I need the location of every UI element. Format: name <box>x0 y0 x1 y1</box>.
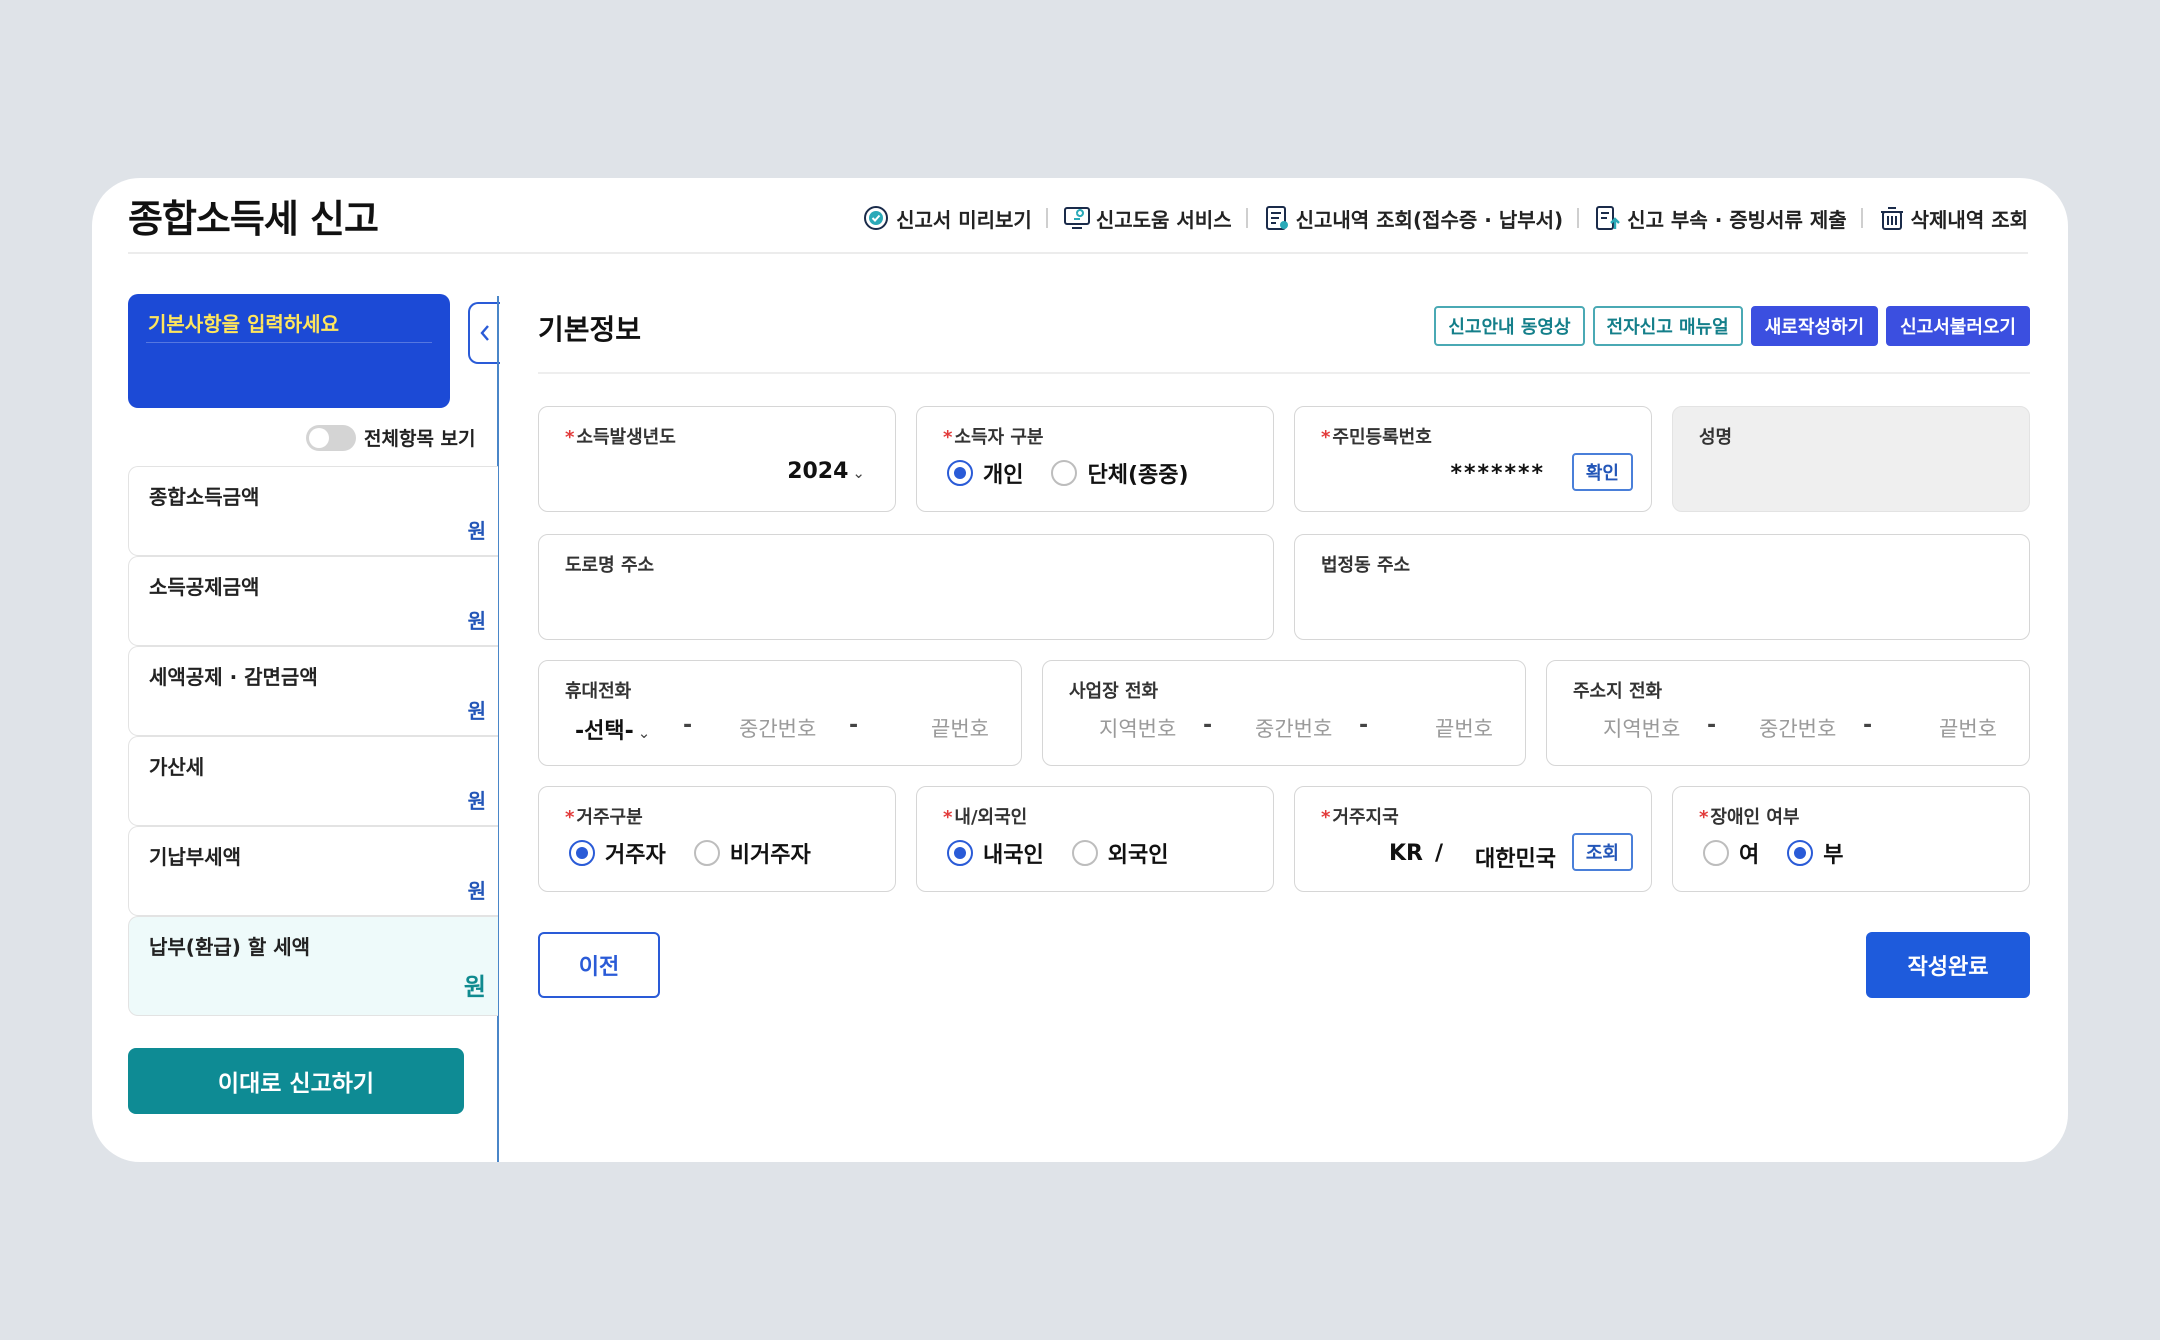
page-title: 종합소득세 신고 <box>128 197 379 241</box>
preview-check-icon <box>864 206 889 230</box>
chevron-down-icon: ⌄ <box>852 464 865 482</box>
show-all-label: 전체항목 보기 <box>364 428 476 450</box>
home-last-input[interactable]: 끝번호 <box>1939 713 1997 743</box>
sidebar-collapse-button[interactable] <box>468 302 500 364</box>
main-card: 종합소득세 신고 신고서 미리보기 신고도움 서비스 신고내역 조회(접수증 ·… <box>92 178 2068 1162</box>
menu-separator <box>1577 208 1580 228</box>
year-label: 소득발생년도 <box>576 427 676 448</box>
guide-video-button[interactable]: 신고안내 동영상 <box>1434 306 1585 346</box>
nationality-label: 내/외국인 <box>954 807 1028 828</box>
banner-divider <box>146 342 432 343</box>
country-slash: / <box>1435 841 1444 866</box>
summary-item-payable-tax[interactable]: 납부(환급) 할 세액 원 <box>128 916 498 1016</box>
home-phone-label: 주소지 전화 <box>1573 681 1663 702</box>
summary-item-penalty-tax[interactable]: 가산세 원 <box>128 736 498 826</box>
resident-number-field[interactable]: * 주민등록번호 ******* 확인 <box>1294 406 1652 512</box>
menu-separator <box>1860 208 1863 228</box>
help-service-icon <box>1063 207 1090 229</box>
history-doc-icon <box>1265 206 1288 230</box>
chevron-down-icon: ⌄ <box>637 724 651 742</box>
summary-item-income-deduction[interactable]: 소득공제금액 원 <box>128 556 498 646</box>
home-phone-field: 주소지 전화 지역번호 - 중간번호 - 끝번호 <box>1546 660 2030 766</box>
mobile-prefix-select[interactable]: -선택- ⌄ <box>575 713 650 745</box>
menu-separator <box>1245 208 1248 228</box>
country-label: 거주지국 <box>1332 807 1399 828</box>
summary-item-total-income[interactable]: 종합소득금액 원 <box>128 466 498 556</box>
radio-disabled-yes[interactable]: 여 <box>1703 837 1759 869</box>
radio-domestic[interactable]: 내국인 <box>947 837 1044 869</box>
country-code: KR <box>1389 841 1423 866</box>
radio-resident[interactable]: 거주자 <box>569 837 666 869</box>
mobile-phone-field: 휴대전화 -선택- ⌄ - 중간번호 - 끝번호 <box>538 660 1022 766</box>
radio-individual[interactable]: 개인 <box>947 457 1023 489</box>
show-all-toggle[interactable] <box>306 424 356 451</box>
name-label: 성명 <box>1699 427 1733 448</box>
mobile-last-input[interactable]: 끝번호 <box>931 713 989 743</box>
resident-number-label: 주민등록번호 <box>1332 427 1432 448</box>
residency-label: 거주구분 <box>576 807 643 828</box>
country-search-button[interactable]: 조회 <box>1571 833 1633 871</box>
work-last-input[interactable]: 끝번호 <box>1435 713 1493 743</box>
summary-list: 종합소득금액 원 소득공제금액 원 세액공제 · 감면금액 원 가산세 원 기납… <box>128 466 498 1016</box>
nationality-field: * 내/외국인 내국인 외국인 <box>916 786 1274 892</box>
radio-non-resident[interactable]: 비거주자 <box>693 837 811 869</box>
summary-item-tax-credit[interactable]: 세액공제 · 감면금액 원 <box>128 646 498 736</box>
year-field[interactable]: * 소득발생년도 2024 ⌄ <box>538 406 896 512</box>
country-name: 대한민국 <box>1475 847 1556 872</box>
mobile-phone-label: 휴대전화 <box>565 681 632 702</box>
chevron-left-icon <box>480 325 489 341</box>
load-form-button[interactable]: 신고서불러오기 <box>1886 306 2030 346</box>
resident-number-value: ******* <box>1450 461 1545 486</box>
filer-type-field: * 소득자 구분 개인 단체(종중) <box>916 406 1274 512</box>
menu-separator <box>1045 208 1048 228</box>
menu-deleted-history[interactable]: 삭제내역 조회 <box>1877 203 2028 233</box>
year-select[interactable]: 2024 ⌄ <box>787 459 865 484</box>
work-middle-input[interactable]: 중간번호 <box>1255 713 1332 743</box>
section-title: 기본정보 <box>538 313 642 346</box>
submit-report-button[interactable]: 이대로 신고하기 <box>128 1048 464 1114</box>
work-phone-field: 사업장 전화 지역번호 - 중간번호 - 끝번호 <box>1042 660 1526 766</box>
radio-foreigner[interactable]: 외국인 <box>1071 837 1168 869</box>
filer-type-label: 소득자 구분 <box>954 427 1044 448</box>
country-field: * 거주지국 KR / 대한민국 조회 <box>1294 786 1652 892</box>
work-area-input[interactable]: 지역번호 <box>1099 713 1176 743</box>
complete-button[interactable]: 작성완료 <box>1866 932 2030 998</box>
summary-item-prepaid-tax[interactable]: 기납부세액 원 <box>128 826 498 916</box>
radio-group[interactable]: 단체(종중) <box>1051 457 1189 489</box>
menu-upload-docs[interactable]: 신고 부속 · 증빙서류 제출 <box>1593 203 1847 233</box>
new-form-button[interactable]: 새로작성하기 <box>1750 306 1879 346</box>
main-divider <box>538 372 2030 374</box>
menu-help-service[interactable]: 신고도움 서비스 <box>1062 203 1232 233</box>
banner-title: 기본사항을 입력하세요 <box>148 312 339 336</box>
road-address-label: 도로명 주소 <box>565 555 655 576</box>
sidebar-banner: 기본사항을 입력하세요 <box>128 294 450 408</box>
home-middle-input[interactable]: 중간번호 <box>1759 713 1836 743</box>
radio-disabled-no[interactable]: 부 <box>1787 837 1844 869</box>
mobile-middle-input[interactable]: 중간번호 <box>739 713 816 743</box>
prev-button[interactable]: 이전 <box>538 932 660 998</box>
action-buttons: 신고안내 동영상 전자신고 매뉴얼 새로작성하기 신고서불러오기 <box>1426 306 2030 346</box>
header-divider <box>128 252 2028 254</box>
upload-doc-icon <box>1596 206 1621 230</box>
disability-label: 장애인 여부 <box>1710 807 1800 828</box>
trash-icon <box>1880 207 1903 230</box>
road-address-field[interactable]: 도로명 주소 <box>538 534 1274 640</box>
disability-field: * 장애인 여부 여 부 <box>1672 786 2030 892</box>
name-field: 성명 <box>1672 406 2030 512</box>
show-all-toggle-row: 전체항목 보기 <box>306 424 476 451</box>
legal-address-label: 법정동 주소 <box>1321 555 1411 576</box>
home-area-input[interactable]: 지역번호 <box>1603 713 1680 743</box>
manual-button[interactable]: 전자신고 매뉴얼 <box>1592 306 1743 346</box>
legal-address-field[interactable]: 법정동 주소 <box>1294 534 2030 640</box>
top-menu: 신고서 미리보기 신고도움 서비스 신고내역 조회(접수증 · 납부서) 신고 … <box>862 198 2028 238</box>
menu-preview[interactable]: 신고서 미리보기 <box>862 203 1032 233</box>
menu-history[interactable]: 신고내역 조회(접수증 · 납부서) <box>1262 203 1563 233</box>
residency-field: * 거주구분 거주자 비거주자 <box>538 786 896 892</box>
verify-button[interactable]: 확인 <box>1571 453 1633 491</box>
work-phone-label: 사업장 전화 <box>1069 681 1159 702</box>
